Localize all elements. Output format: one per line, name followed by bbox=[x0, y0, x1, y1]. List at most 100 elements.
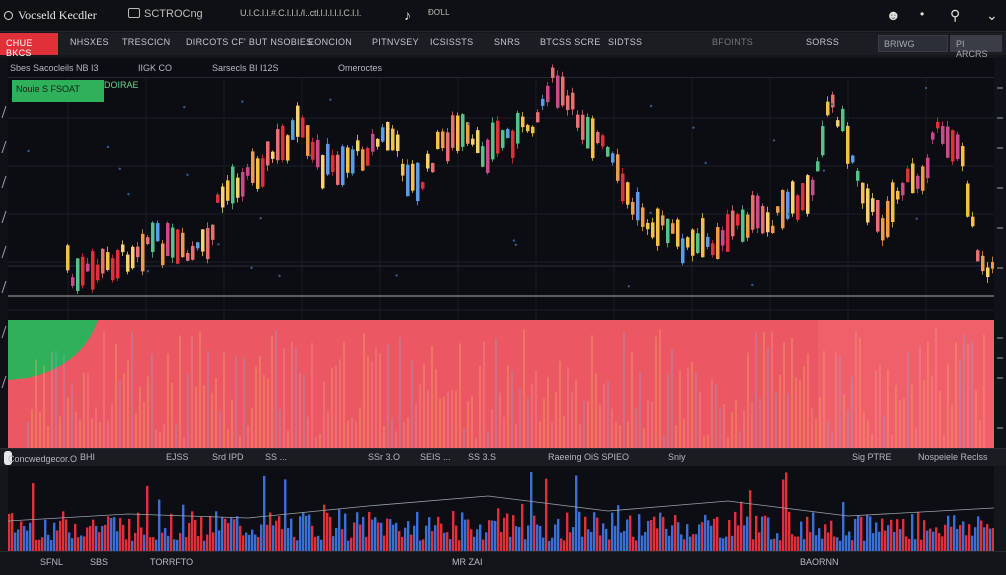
volume-chart[interactable] bbox=[8, 466, 994, 551]
volume-bar bbox=[590, 532, 593, 551]
candle bbox=[231, 166, 235, 204]
volume-bar bbox=[179, 533, 182, 551]
tab-sorss[interactable]: SORSS bbox=[806, 37, 839, 47]
volume-bar bbox=[389, 519, 392, 551]
scatter-dot bbox=[512, 239, 516, 242]
candle bbox=[206, 227, 210, 260]
volume-bar bbox=[956, 528, 959, 551]
tab-chart-blocks[interactable]: CHUE BKCS bbox=[0, 33, 58, 58]
candle bbox=[591, 118, 595, 159]
tab-snrs[interactable]: SNRS bbox=[494, 37, 520, 47]
volume-bar bbox=[446, 532, 449, 551]
volume-bar bbox=[572, 527, 575, 551]
volume-bar bbox=[170, 513, 173, 551]
candle bbox=[731, 210, 735, 237]
candle bbox=[621, 173, 625, 202]
main-chart[interactable]: Sbes Sacocleils NB I3 IIGK CO Sarsecls B… bbox=[8, 58, 994, 448]
candle bbox=[876, 200, 880, 232]
window-tab[interactable]: SCTROCng bbox=[128, 8, 203, 20]
tab-dircots[interactable]: DIRCOTS CF' BUT NSOBIES bbox=[186, 37, 312, 47]
footer-mid2: TORRFTO bbox=[150, 557, 194, 567]
candle bbox=[551, 67, 555, 79]
candle bbox=[131, 246, 135, 269]
left-toolbar[interactable] bbox=[0, 58, 8, 448]
price-canvas[interactable] bbox=[8, 58, 994, 448]
candle bbox=[171, 227, 175, 258]
settings-icon[interactable]: ⚲ bbox=[950, 7, 960, 24]
candle bbox=[121, 244, 125, 253]
candle bbox=[156, 223, 160, 242]
candle bbox=[266, 141, 270, 166]
volume-canvas[interactable] bbox=[8, 466, 994, 551]
candle bbox=[126, 254, 130, 272]
tab-sidtss[interactable]: SIDTSS bbox=[608, 37, 642, 47]
tab-trescicn[interactable]: TRESCICN bbox=[122, 37, 170, 47]
tab-pitnvsey[interactable]: PITNVSEY bbox=[372, 37, 419, 47]
candle bbox=[301, 117, 305, 138]
volume-bar bbox=[554, 524, 557, 551]
footer-mid3: MR ZAI bbox=[452, 557, 483, 567]
candle bbox=[531, 126, 535, 134]
volume-bar bbox=[509, 536, 512, 551]
candle bbox=[771, 225, 775, 233]
scatter-dot bbox=[649, 104, 653, 108]
arrow-icon[interactable]: ♪ bbox=[404, 7, 411, 23]
volume-bar bbox=[560, 538, 563, 551]
volume-bar bbox=[368, 511, 371, 551]
volume-bar bbox=[161, 532, 164, 551]
volume-bar bbox=[287, 527, 290, 551]
volume-bar bbox=[278, 516, 281, 551]
candle bbox=[246, 167, 250, 176]
volume-bar bbox=[458, 540, 461, 551]
symbol-pill[interactable]: Concwedgecor.O bbox=[4, 451, 77, 465]
volume-bar bbox=[581, 536, 584, 551]
right-button-1[interactable]: BRIWG bbox=[878, 35, 948, 52]
right-button-2[interactable]: PI ARCRS bbox=[950, 35, 1002, 59]
candle bbox=[831, 94, 835, 108]
candle bbox=[561, 76, 565, 106]
volume-bar bbox=[473, 536, 476, 551]
right-price-scale[interactable] bbox=[994, 58, 1006, 448]
candle bbox=[341, 146, 345, 186]
scatter-dot bbox=[259, 217, 262, 220]
candle bbox=[316, 139, 320, 168]
volume-bar bbox=[92, 519, 95, 551]
volume-bar bbox=[764, 515, 767, 551]
volume-bar bbox=[731, 535, 734, 551]
volume-bar bbox=[323, 504, 326, 551]
volume-bar bbox=[770, 539, 773, 551]
volume-bar bbox=[641, 535, 644, 551]
volume-bar bbox=[515, 526, 518, 551]
tab-btcss-scre[interactable]: BTCSS SCRE bbox=[540, 37, 601, 47]
candle bbox=[416, 162, 420, 202]
chevron-down-icon[interactable]: ⌄ bbox=[986, 7, 998, 24]
candle bbox=[841, 108, 845, 132]
volume-bar bbox=[818, 528, 821, 551]
volume-bar bbox=[527, 525, 530, 551]
volume-bar bbox=[698, 524, 701, 551]
volume-bar bbox=[788, 511, 791, 551]
tab-nhsxes[interactable]: NHSXES bbox=[70, 37, 109, 47]
candle bbox=[971, 216, 975, 227]
tab-bfoints[interactable]: BFOINTS bbox=[712, 37, 753, 47]
volume-bar bbox=[845, 535, 848, 551]
scatter-dot bbox=[27, 149, 30, 153]
info-strip: Concwedgecor.O BHI EJSS Srd IPD SS ... S… bbox=[0, 448, 1006, 466]
volume-bar bbox=[602, 523, 605, 551]
volume-bar bbox=[854, 518, 857, 551]
volume-bar bbox=[134, 532, 137, 551]
candle bbox=[106, 252, 110, 270]
tab-icsissts[interactable]: ICSISSTS bbox=[430, 37, 473, 47]
volume-bar bbox=[887, 525, 890, 551]
volume-bar bbox=[50, 539, 53, 551]
address-bar[interactable]: U.I.C.I.I.#.C.I.I.I./I..ctl.I.I.I.I.I.C.… bbox=[240, 8, 361, 18]
candle bbox=[796, 195, 800, 220]
tab-eoncion[interactable]: EONCION bbox=[308, 37, 352, 47]
candle bbox=[556, 75, 560, 108]
volume-bar bbox=[284, 479, 287, 551]
candle bbox=[326, 143, 330, 175]
candle bbox=[286, 135, 290, 161]
user-icon[interactable]: ☻ bbox=[886, 7, 901, 23]
volume-bar bbox=[257, 536, 260, 551]
volume-bar bbox=[800, 521, 803, 551]
